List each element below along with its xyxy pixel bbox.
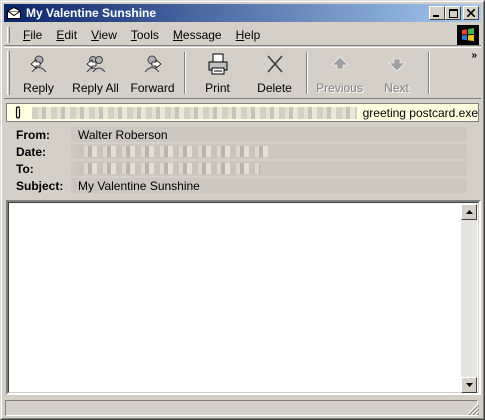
reply-icon: [29, 55, 46, 73]
menu-view[interactable]: View: [84, 28, 124, 42]
attachment-bar[interactable]: greeting postcard.exe: [6, 103, 479, 122]
date-label: Date:: [16, 144, 47, 159]
scroll-up-arrow-icon: [465, 210, 473, 214]
subject-value: My Valentine Sunshine: [71, 178, 467, 193]
printer-icon: [208, 53, 227, 75]
scroll-down-button[interactable]: [461, 377, 477, 393]
print-button[interactable]: Print: [189, 48, 246, 96]
paperclip-icon: [12, 106, 24, 120]
title-bar[interactable]: My Valentine Sunshine: [4, 4, 481, 22]
envelope-icon: [6, 5, 22, 21]
print-label: Print: [205, 81, 230, 95]
status-bar: [4, 398, 481, 417]
header-to-row: To:: [6, 160, 479, 177]
previous-label: Previous: [316, 81, 363, 95]
from-label: From:: [16, 127, 50, 142]
toolbar-separator: [184, 52, 186, 94]
header-date-row: Date:: [6, 143, 479, 160]
menu-message[interactable]: Message: [166, 28, 229, 42]
maximize-button[interactable]: [445, 6, 461, 20]
forward-icon: [144, 55, 162, 73]
resize-grip-icon[interactable]: [467, 403, 479, 415]
scroll-down-arrow-icon: [465, 383, 473, 387]
delete-label: Delete: [257, 81, 292, 95]
close-icon: [467, 9, 475, 17]
toolbar-more-chevron[interactable]: »: [471, 50, 477, 61]
reply-label: Reply: [23, 81, 54, 95]
next-button[interactable]: Next: [368, 48, 425, 96]
scroll-up-button[interactable]: [461, 204, 477, 220]
delete-button[interactable]: Delete: [246, 48, 303, 96]
reply-button[interactable]: Reply: [10, 48, 67, 96]
mail-window: My Valentine Sunshine File Edit View Too…: [0, 0, 485, 420]
maximize-icon: [448, 8, 458, 18]
header-from-row: From: Walter Roberson: [6, 126, 479, 143]
reply-all-button[interactable]: Reply All: [67, 48, 124, 96]
menu-bar: File Edit View Tools Message Help: [4, 24, 481, 46]
toolbar: Reply Reply All Forward Print Delete Pre…: [4, 47, 481, 99]
menubar-grip[interactable]: [7, 26, 10, 43]
vertical-scrollbar[interactable]: [461, 204, 477, 393]
next-label: Next: [384, 81, 409, 95]
to-label: To:: [16, 161, 34, 176]
header-subject-row: Subject: My Valentine Sunshine: [6, 177, 479, 194]
toolbar-separator: [306, 52, 308, 94]
subject-label: Subject:: [16, 178, 64, 193]
delete-icon: [266, 55, 283, 73]
redacted-text: [78, 146, 268, 157]
minimize-icon: [433, 15, 439, 17]
previous-button[interactable]: Previous: [311, 48, 368, 96]
arrow-up-icon: [330, 56, 349, 70]
menu-file[interactable]: File: [16, 28, 49, 42]
minimize-button[interactable]: [429, 6, 445, 20]
message-body[interactable]: [6, 200, 481, 395]
redacted-text: [31, 106, 357, 119]
from-value: Walter Roberson: [71, 127, 467, 142]
toolbar-separator: [428, 52, 430, 94]
redacted-text: [78, 163, 260, 174]
reply-all-icon: [85, 56, 105, 73]
forward-label: Forward: [130, 81, 175, 95]
date-value: [71, 144, 467, 159]
menu-tools[interactable]: Tools: [124, 28, 166, 42]
windows-logo-icon: [457, 25, 479, 45]
window-title: My Valentine Sunshine: [26, 6, 157, 20]
close-button[interactable]: [463, 6, 479, 20]
forward-button[interactable]: Forward: [124, 48, 181, 96]
status-panel: [5, 400, 478, 416]
menu-help[interactable]: Help: [229, 28, 268, 42]
reply-all-label: Reply All: [72, 81, 119, 95]
to-value: [71, 161, 467, 176]
attachment-name[interactable]: greeting postcard.exe: [363, 106, 478, 120]
message-headers: From: Walter Roberson Date: To: Subject:…: [6, 126, 479, 196]
title-buttons: [429, 6, 479, 20]
arrow-down-icon: [387, 58, 406, 72]
menu-edit[interactable]: Edit: [49, 28, 84, 42]
